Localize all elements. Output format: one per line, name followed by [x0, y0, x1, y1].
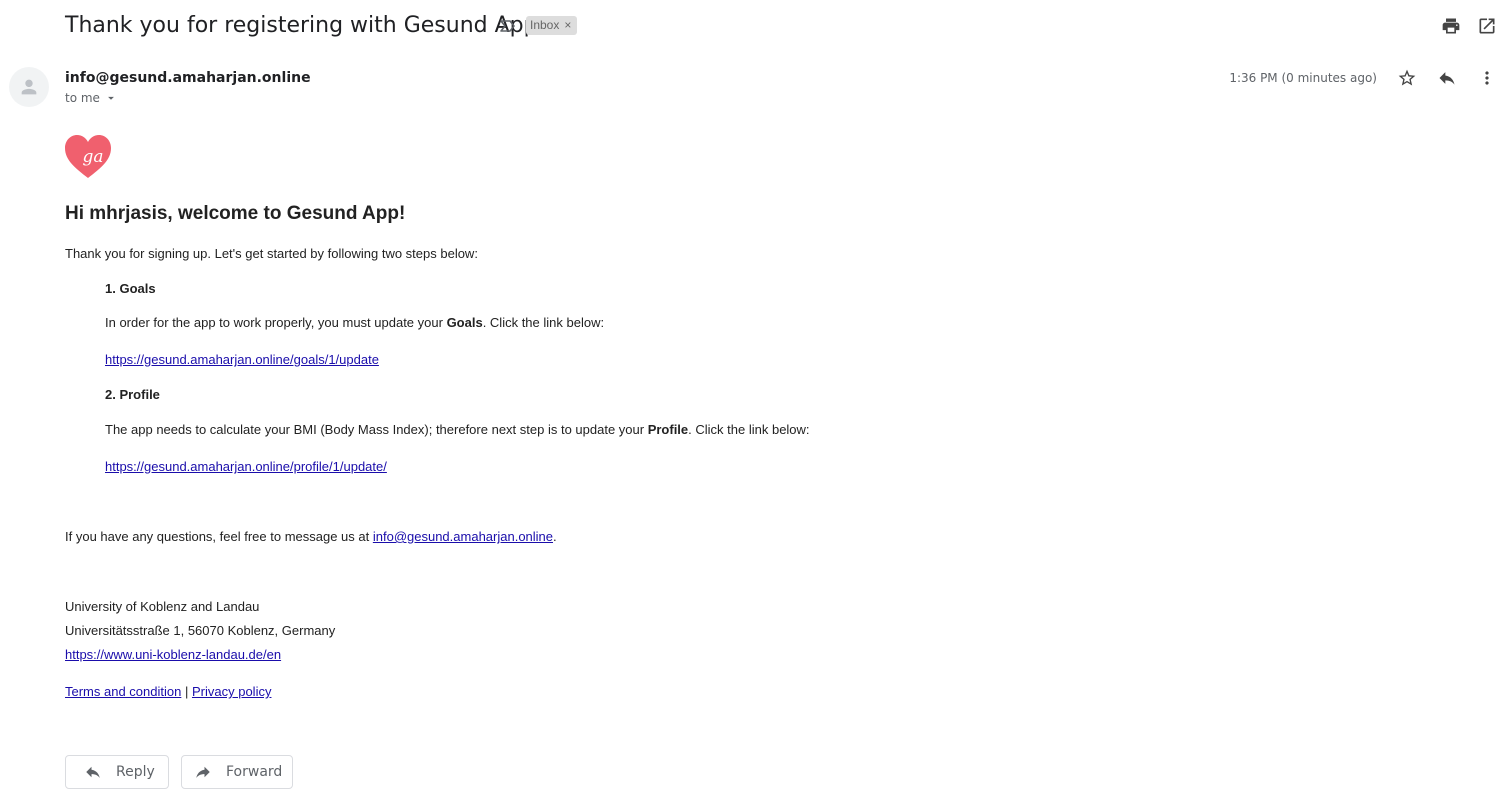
- footer-separator: |: [184, 684, 189, 699]
- remove-label-icon[interactable]: ×: [564, 16, 571, 35]
- gesund-app-logo: ga: [63, 132, 113, 182]
- forward-icon: [196, 766, 210, 778]
- contact-email-link[interactable]: info@gesund.amaharjan.online: [373, 529, 553, 544]
- avatar[interactable]: [9, 67, 49, 107]
- open-in-new-window-icon[interactable]: [1475, 14, 1499, 38]
- org-website-row: https://www.uni-koblenz-landau.de/en: [65, 646, 281, 664]
- intro-text: Thank you for signing up. Let's get star…: [65, 246, 478, 261]
- footer-links: Terms and condition | Privacy policy: [65, 683, 271, 701]
- forward-button-label: Forward: [226, 764, 283, 780]
- recipient-details-toggle[interactable]: to me: [65, 90, 118, 106]
- welcome-heading: Hi mhrjasis, welcome to Gesund App!: [65, 203, 406, 224]
- avatar-person-icon: [21, 79, 37, 95]
- goals-update-link[interactable]: https://gesund.amaharjan.online/goals/1/…: [105, 352, 379, 367]
- sender-address[interactable]: info@gesund.amaharjan.online: [65, 69, 311, 87]
- logo-text: ga: [82, 147, 103, 167]
- print-icon[interactable]: [1439, 14, 1463, 38]
- reply-icon[interactable]: [1435, 66, 1459, 90]
- step2-link-row: https://gesund.amaharjan.online/profile/…: [105, 458, 387, 476]
- email-subject: Thank you for registering with Gesund Ap…: [65, 13, 538, 38]
- privacy-link[interactable]: Privacy policy: [192, 684, 271, 699]
- forward-button[interactable]: Forward: [181, 755, 293, 789]
- step1-link-row: https://gesund.amaharjan.online/goals/1/…: [105, 351, 379, 369]
- reply-icon: [86, 766, 100, 778]
- recipient-label: to me: [65, 91, 100, 105]
- reply-button-label: Reply: [116, 764, 155, 780]
- chevron-down-icon: [108, 96, 114, 100]
- reply-button[interactable]: Reply: [65, 755, 169, 789]
- questions-text: If you have any questions, feel free to …: [65, 529, 557, 544]
- terms-link[interactable]: Terms and condition: [65, 684, 181, 699]
- org-website-link[interactable]: https://www.uni-koblenz-landau.de/en: [65, 647, 281, 662]
- org-name: University of Koblenz and Landau: [65, 599, 260, 614]
- label-chip-text: Inbox: [530, 18, 560, 32]
- message-timestamp: 1:36 PM (0 minutes ago): [1229, 71, 1377, 85]
- step1-text: In order for the app to work properly, y…: [105, 315, 605, 330]
- step1-title: 1. Goals: [105, 281, 156, 296]
- more-vert-icon[interactable]: [1475, 66, 1499, 90]
- label-chip-inbox[interactable]: Inbox ×: [526, 16, 578, 35]
- org-address: Universitätsstraße 1, 56070 Koblenz, Ger…: [65, 623, 336, 638]
- step2-text: The app needs to calculate your BMI (Bod…: [105, 422, 810, 437]
- profile-update-link[interactable]: https://gesund.amaharjan.online/profile/…: [105, 459, 387, 474]
- step2-title: 2. Profile: [105, 387, 160, 402]
- important-marker-icon[interactable]: [499, 17, 517, 35]
- star-icon[interactable]: [1395, 66, 1419, 90]
